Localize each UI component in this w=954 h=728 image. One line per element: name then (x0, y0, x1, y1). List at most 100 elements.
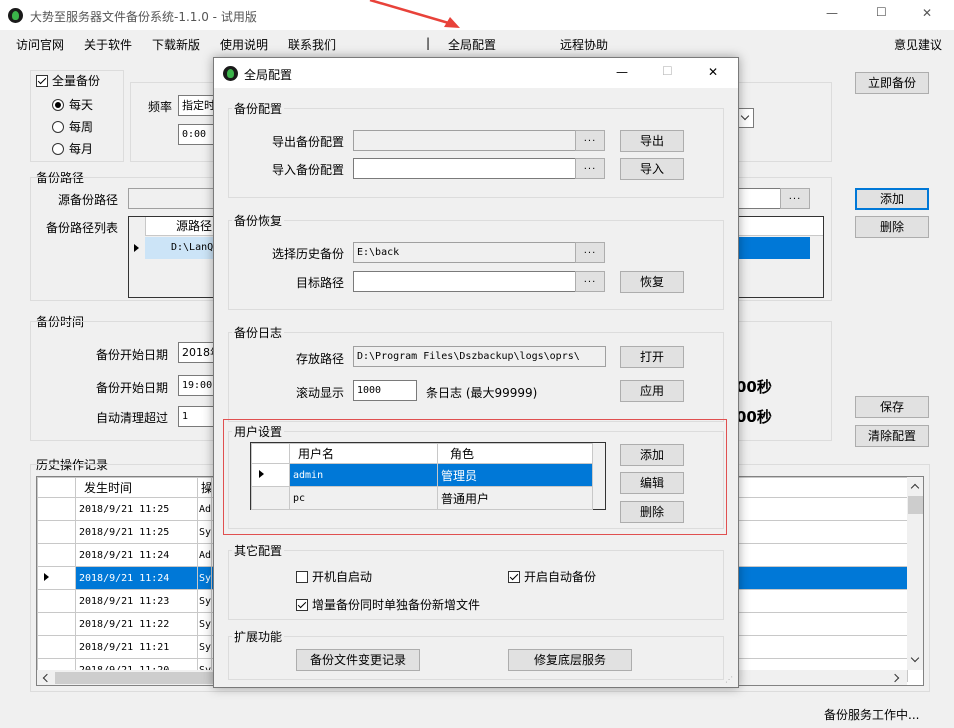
restore-button[interactable]: 恢复 (620, 271, 684, 293)
backup-now-button[interactable]: 立即备份 (855, 72, 929, 94)
export-button[interactable]: 导出 (620, 130, 684, 152)
dialog-close-button[interactable]: ✕ (708, 65, 718, 79)
source-path-input-right[interactable] (738, 188, 782, 209)
menu-manual[interactable]: 使用说明 (220, 36, 268, 53)
row-header[interactable] (251, 486, 290, 510)
auto-backup-checkbox[interactable]: 开启自动备份 (508, 568, 596, 585)
full-backup-checkbox[interactable]: 全量备份 (36, 72, 103, 89)
dialog-title: 全局配置 (244, 68, 293, 82)
vscroll-thumb[interactable] (908, 496, 923, 514)
history-time-cell: 2018/9/21 11:23 (75, 589, 198, 613)
export-config-input[interactable] (353, 130, 576, 151)
scroll-display-suffix: 条日志 (最大99999) (426, 386, 538, 400)
path-list-label: 备份路径列表 (46, 221, 119, 235)
annotation-arrow-icon (369, 0, 460, 28)
apply-button[interactable]: 应用 (620, 380, 684, 402)
autostart-checkbox[interactable]: 开机自启动 (296, 568, 372, 585)
export-browse-button[interactable]: ... (575, 130, 605, 151)
log-path-input[interactable]: D:\Program Files\Dszbackup\logs\oprs\ (353, 346, 606, 367)
history-op-cell: Adm (197, 543, 212, 567)
menu-download[interactable]: 下载新版 (152, 36, 200, 53)
row-header[interactable] (251, 463, 290, 487)
user-grid: 用户名 角色 admin 管理员 pc 普通用户 (251, 443, 593, 510)
import-button[interactable]: 导入 (620, 158, 684, 180)
menu-feedback[interactable]: 意见建议 (894, 36, 942, 53)
menu-visit-site[interactable]: 访问官网 (16, 36, 64, 53)
menu-remote-help[interactable]: 远程协助 (560, 36, 608, 53)
row-header[interactable] (37, 520, 76, 544)
radio-monthly[interactable]: 每月 (52, 140, 93, 157)
user-row[interactable]: pc 普通用户 (251, 486, 593, 510)
row-header[interactable] (37, 635, 76, 659)
app-logo-icon (8, 8, 23, 23)
global-config-dialog: 全局配置 — ☐ ✕ 备份配置 导出备份配置 ... 导出 导入备份配置 ...… (213, 57, 739, 688)
backup-log-title: 备份日志 (232, 324, 285, 341)
scroll-left-icon[interactable] (42, 673, 52, 683)
source-path-input[interactable] (128, 188, 218, 209)
user-role-cell: 管理员 (437, 463, 593, 487)
row-header[interactable] (37, 612, 76, 636)
import-config-label: 导入备份配置 (272, 163, 345, 177)
row-header[interactable] (37, 497, 76, 521)
history-time-cell: 2018/9/21 11:25 (75, 497, 198, 521)
target-browse-button[interactable]: ... (575, 271, 605, 292)
scroll-display-input[interactable]: 1000 (353, 380, 417, 401)
dialog-minimize-button[interactable]: — (616, 65, 628, 79)
dialog-maximize-button[interactable]: ☐ (662, 64, 673, 78)
radio-daily[interactable]: 每天 (52, 96, 93, 113)
resize-grip-icon[interactable]: ⋰ (725, 675, 733, 684)
import-browse-button[interactable]: ... (575, 158, 605, 179)
history-backup-input[interactable]: E:\back (353, 242, 576, 263)
row-header[interactable] (37, 589, 76, 613)
dropdown-arrow[interactable] (737, 108, 754, 128)
radio-weekly[interactable]: 每周 (52, 118, 93, 135)
maximize-button[interactable]: ☐ (876, 5, 887, 19)
scroll-up-icon[interactable] (910, 483, 920, 493)
frequency-select[interactable]: 指定时 (178, 95, 214, 116)
scroll-right-icon[interactable] (890, 673, 900, 683)
delete-user-button[interactable]: 删除 (620, 501, 684, 523)
menu-global-config[interactable]: 全局配置 (448, 36, 496, 53)
clear-config-button[interactable]: 清除配置 (855, 425, 929, 447)
auto-clean-label: 自动清理超过 (96, 411, 169, 425)
row-header[interactable] (37, 543, 76, 567)
history-op-cell: Sys (197, 612, 212, 636)
close-button[interactable]: ✕ (922, 6, 932, 20)
save-button[interactable]: 保存 (855, 396, 929, 418)
row-header[interactable] (37, 566, 76, 590)
history-op-cell: Sys (197, 635, 212, 659)
history-vscrollbar[interactable] (907, 477, 923, 670)
status-text: 备份服务工作中... (824, 708, 920, 722)
checkbox-icon (296, 599, 308, 611)
seconds-label-2: 00秒 (736, 408, 772, 426)
start-time-input[interactable]: 19:00: (178, 375, 218, 396)
start-date-input[interactable]: 2018年 (178, 342, 218, 363)
source-browse-button[interactable]: ... (780, 188, 810, 209)
user-header-role: 角色 (437, 443, 593, 464)
import-config-input[interactable] (353, 158, 576, 179)
history-backup-label: 选择历史备份 (272, 247, 345, 261)
dialog-title-bar: 全局配置 — ☐ ✕ (214, 58, 738, 88)
incremental-checkbox[interactable]: 增量备份同时单独备份新增文件 (296, 596, 480, 613)
path-list-table[interactable]: 源路径 D:\LanQ (128, 216, 225, 298)
scroll-down-icon[interactable] (910, 653, 920, 663)
history-browse-button[interactable]: ... (575, 242, 605, 263)
repair-service-button[interactable]: 修复底层服务 (508, 649, 632, 671)
target-path-input[interactable] (353, 271, 576, 292)
user-row[interactable]: admin 管理员 (251, 463, 593, 487)
add-path-button[interactable]: 添加 (855, 188, 929, 210)
open-log-button[interactable]: 打开 (620, 346, 684, 368)
path-list-row[interactable]: D:\LanQ (129, 237, 225, 259)
edit-user-button[interactable]: 编辑 (620, 472, 684, 494)
row-pointer-icon (134, 244, 139, 252)
auto-clean-input[interactable]: 1 (178, 406, 218, 427)
path-list-table-right[interactable] (736, 216, 824, 298)
add-user-button[interactable]: 添加 (620, 444, 684, 466)
delete-path-button[interactable]: 删除 (855, 216, 929, 238)
user-table[interactable]: 用户名 角色 admin 管理员 pc 普通用户 (250, 442, 606, 510)
menu-about[interactable]: 关于软件 (84, 36, 132, 53)
time-input[interactable]: 0:00 (178, 124, 214, 145)
change-log-button[interactable]: 备份文件变更记录 (296, 649, 420, 671)
menu-contact[interactable]: 联系我们 (288, 36, 336, 53)
minimize-button[interactable]: — (826, 6, 838, 20)
